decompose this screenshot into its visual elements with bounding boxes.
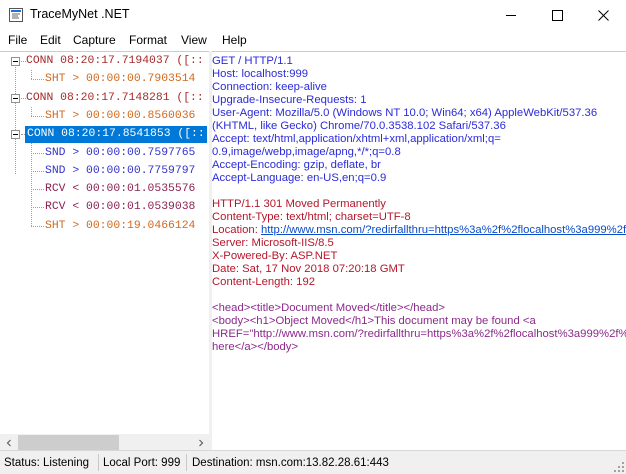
request-header: User-Agent: Mozilla/5.0 (Windows NT 10.0… <box>212 107 598 119</box>
menu-file[interactable]: File <box>8 33 27 47</box>
response-header: Date: Sat, 17 Nov 2018 07:20:18 GMT <box>212 263 405 275</box>
response-status-line: HTTP/1.1 301 Moved Permanently <box>212 198 386 210</box>
tree-guide <box>31 70 32 79</box>
menu-format[interactable]: Format <box>129 33 167 47</box>
location-link[interactable]: http://www.msn.com/?redirfallthru=https%… <box>261 224 626 236</box>
menu-bar: File Edit Capture Format View Help <box>0 30 626 51</box>
tree-node-conn[interactable]: CONN 08:20:17.7148281 ([:: <box>26 90 204 107</box>
request-header: Connection: keep-alive <box>212 81 327 93</box>
collapse-toggle[interactable] <box>11 94 20 103</box>
request-header: 0.9,image/webp,image/apng,*/*;q=0.8 <box>212 146 401 158</box>
response-body-line: <head><title>Document Moved</title></hea… <box>212 302 446 314</box>
request-header: Accept-Encoding: gzip, deflate, br <box>212 159 381 171</box>
tree-node-shutdown[interactable]: SHT > 00:00:00.7903514 <box>45 71 195 88</box>
request-header: Accept-Language: en-US,en;q=0.9 <box>212 172 387 184</box>
request-header: Accept: text/html,application/xhtml+xml,… <box>212 133 501 145</box>
menu-edit[interactable]: Edit <box>40 33 61 47</box>
minimize-button[interactable] <box>488 0 534 30</box>
window-title: TraceMyNet .NET <box>30 7 130 21</box>
tree-node-conn-selected[interactable]: CONN 08:20:17.8541853 ([:: <box>25 126 207 143</box>
collapse-toggle[interactable] <box>11 130 20 139</box>
scroll-left-arrow-icon <box>6 439 11 446</box>
app-window: TraceMyNet .NET File Edit Capture Format… <box>0 0 626 474</box>
packet-detail-pane[interactable]: GET / HTTP/1.1 Host: localhost:999 Conne… <box>212 51 626 451</box>
status-separator <box>98 454 99 471</box>
request-header: Host: localhost:999 <box>212 68 309 80</box>
menu-help[interactable]: Help <box>222 33 247 47</box>
request-line: GET / HTTP/1.1 <box>212 55 293 67</box>
minimize-icon <box>505 14 516 16</box>
tree-horizontal-scrollbar[interactable] <box>0 434 209 451</box>
scroll-thumb[interactable] <box>18 435 119 450</box>
response-header: X-Powered-By: ASP.NET <box>212 250 338 262</box>
maximize-button[interactable] <box>534 0 580 30</box>
scroll-right-arrow-icon <box>198 439 203 446</box>
status-bar: Status: Listening Local Port: 999 Destin… <box>0 450 626 474</box>
response-body-line: HREF="http://www.msn.com/?redirfallthru=… <box>212 328 626 340</box>
tree-node-receive[interactable]: RCV < 00:00:01.0539038 <box>45 199 195 216</box>
connection-tree[interactable]: CONN 08:20:17.7194037 ([:: SHT > 00:00:0… <box>0 52 209 434</box>
response-header: Server: Microsoft-IIS/8.5 <box>212 237 334 249</box>
menu-view[interactable]: View <box>181 33 207 47</box>
tree-guide <box>15 62 16 174</box>
tree-node-conn[interactable]: CONN 08:20:17.7194037 ([:: <box>26 53 204 70</box>
tree-guide <box>31 79 44 80</box>
tree-guide <box>31 143 32 226</box>
status-local-port: Local Port: 999 <box>103 457 181 469</box>
close-button[interactable] <box>580 0 626 30</box>
network-trace-app-icon <box>9 8 23 22</box>
connection-tree-pane: CONN 08:20:17.7194037 ([:: SHT > 00:00:0… <box>0 51 209 451</box>
resize-grip-icon[interactable] <box>614 462 624 472</box>
tree-node-shutdown[interactable]: SHT > 00:00:19.0466124 <box>45 218 195 235</box>
response-header: Content-Length: 192 <box>212 276 316 288</box>
title-bar[interactable]: TraceMyNet .NET <box>0 0 626 30</box>
scroll-left-button[interactable] <box>0 434 17 451</box>
tree-node-send[interactable]: SND > 00:00:00.7597765 <box>45 145 195 162</box>
menu-capture[interactable]: Capture <box>73 33 116 47</box>
tree-guide <box>31 171 44 172</box>
tree-guide <box>31 226 44 227</box>
location-label: Location: <box>212 224 261 236</box>
response-body-line: <body><h1>Object Moved</h1>This document… <box>212 315 536 327</box>
tree-node-send[interactable]: SND > 00:00:00.7759797 <box>45 163 195 180</box>
tree-guide <box>31 189 44 190</box>
response-header: Content-Type: text/html; charset=UTF-8 <box>212 211 411 223</box>
tree-guide <box>31 207 44 208</box>
tree-node-receive[interactable]: RCV < 00:00:01.0535576 <box>45 181 195 198</box>
status-destination: Destination: msn.com:13.82.28.61:443 <box>192 457 389 469</box>
close-icon <box>597 9 609 21</box>
tree-node-shutdown[interactable]: SHT > 00:00:00.8560036 <box>45 108 195 125</box>
tree-guide <box>31 153 44 154</box>
collapse-toggle[interactable] <box>11 57 20 66</box>
tree-guide <box>31 116 44 117</box>
status-state: Status: Listening <box>4 457 90 469</box>
maximize-icon <box>551 9 563 21</box>
status-separator <box>186 454 187 471</box>
response-location-header: Location: http://www.msn.com/?redirfallt… <box>212 224 626 237</box>
tree-guide <box>31 107 32 116</box>
scroll-right-button[interactable] <box>192 434 209 451</box>
response-body-line: here</a></body> <box>212 341 299 353</box>
request-header: Upgrade-Insecure-Requests: 1 <box>212 94 367 106</box>
request-header: (KHTML, like Gecko) Chrome/70.0.3538.102… <box>212 120 506 132</box>
